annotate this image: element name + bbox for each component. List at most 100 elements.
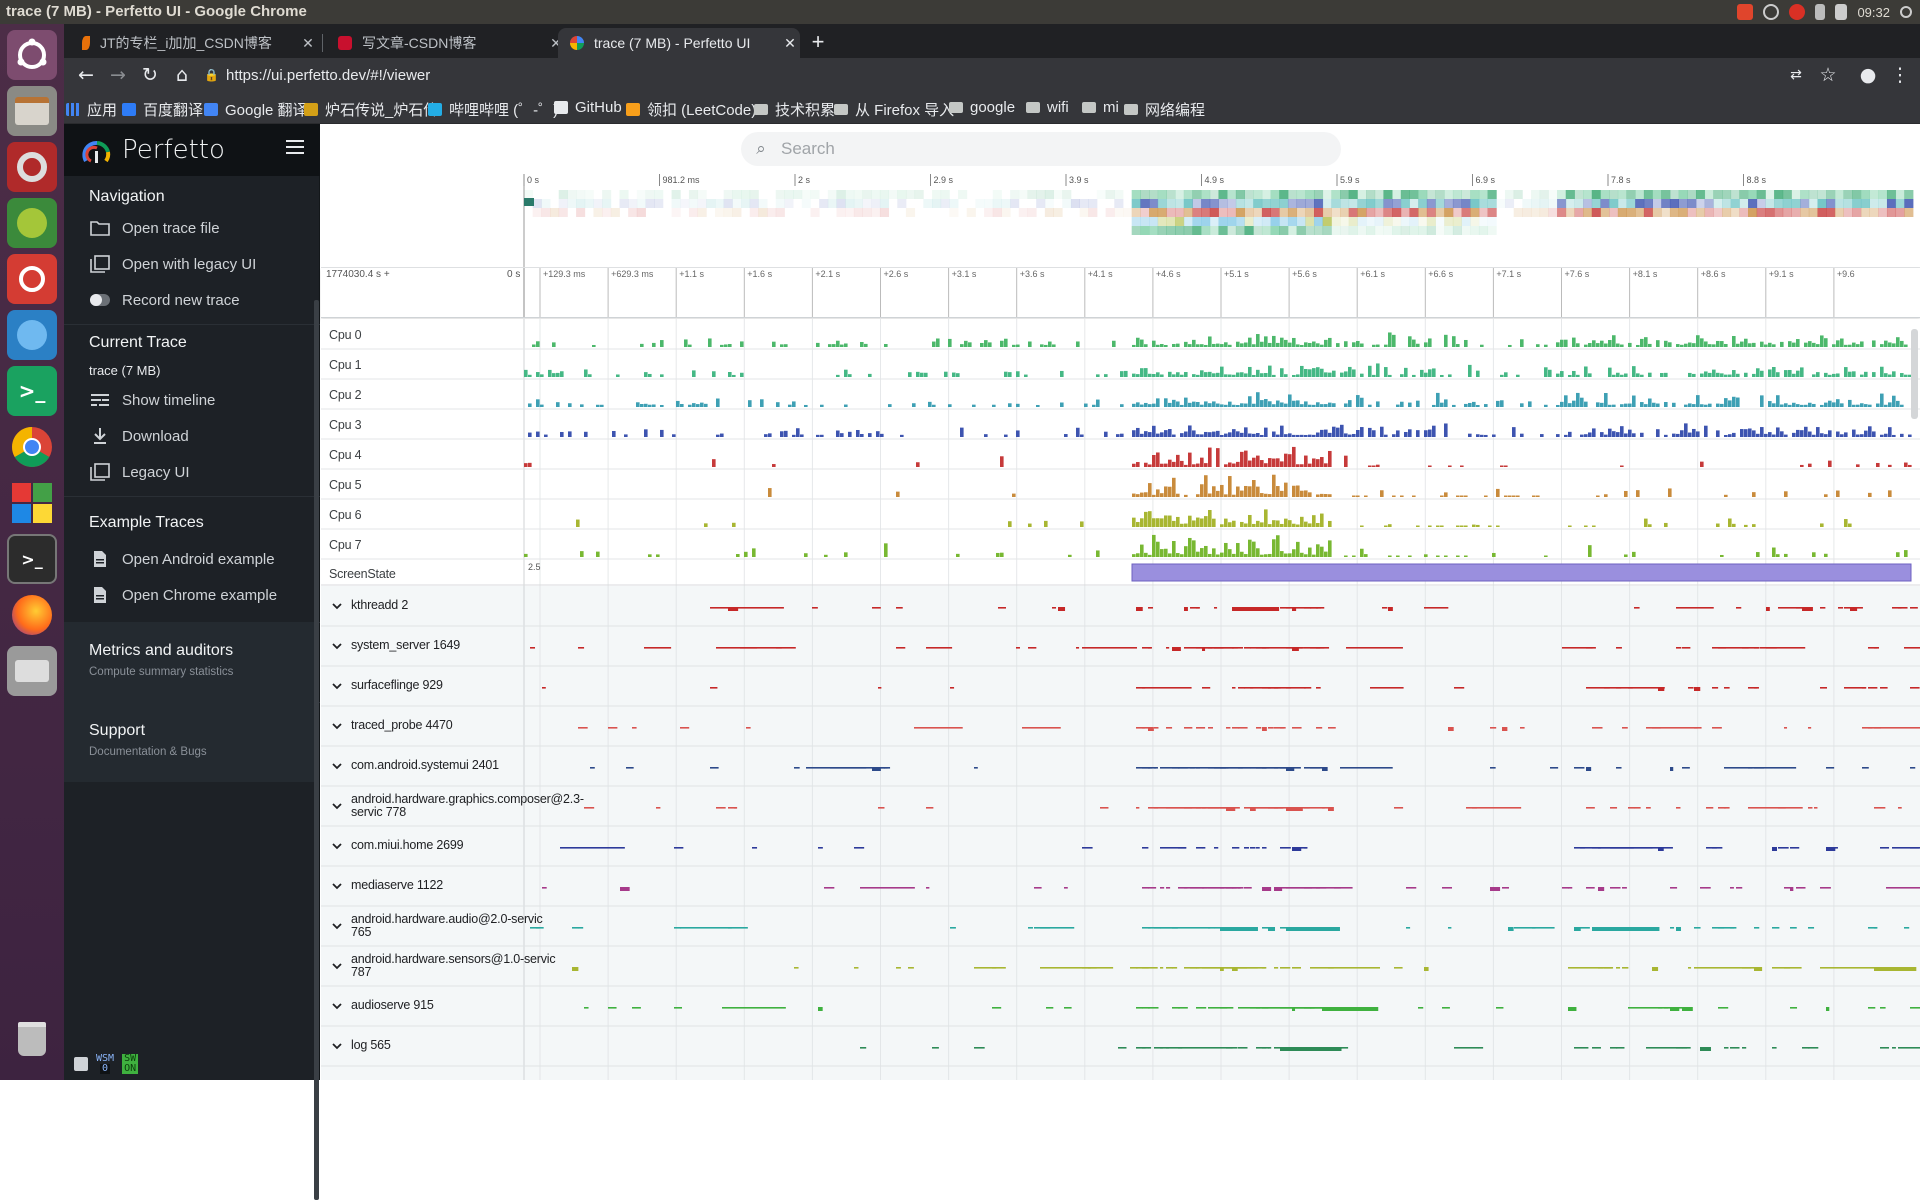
process-slice [560, 847, 625, 849]
close-icon[interactable]: ✕ [780, 35, 800, 52]
open-trace-file-item[interactable]: Open trace file [89, 216, 220, 240]
process-track-label[interactable]: com.miui.home 2699 [351, 839, 563, 852]
process-track-label[interactable]: android.hardware.sensors@1.0-servic 787 [351, 953, 563, 979]
tab-csdn-write[interactable]: 写文章-CSDN博客 ✕ [326, 28, 566, 58]
network-tray-icon[interactable] [1815, 4, 1826, 20]
process-track-label[interactable]: android.hardware.audio@2.0-servic 765 [351, 913, 563, 939]
bookmark-2[interactable]: Google 翻译 [204, 99, 308, 120]
sidebar-scrollbar[interactable] [314, 300, 319, 1200]
stop-tray-icon[interactable] [1789, 4, 1806, 20]
process-track-label[interactable]: surfaceflinge 929 [351, 679, 563, 692]
chevron-down-icon[interactable] [331, 920, 343, 932]
chevron-down-icon[interactable] [331, 960, 343, 972]
hamburger-menu-icon[interactable] [286, 140, 304, 154]
disk-icon[interactable] [7, 646, 57, 696]
terminal-icon[interactable]: >_ [7, 534, 57, 584]
time-axis[interactable]: 1774030.4 s +0 s +129.3 ms +629.3 ms +1.1 s… [321, 268, 1920, 318]
lock-icon[interactable]: 🔒 [204, 68, 226, 82]
omnibox-search[interactable]: ⌕ [741, 132, 1341, 166]
address-bar[interactable]: 🔒 https://ui.perfetto.dev/#!/viewer [204, 62, 1804, 88]
chevron-down-icon[interactable] [331, 640, 343, 652]
bookmark-7[interactable]: 技术积累 [754, 99, 835, 120]
section-title-support[interactable]: Support [89, 722, 145, 740]
translate-icon[interactable]: ⇄ [1784, 63, 1808, 87]
chevron-down-icon[interactable] [331, 720, 343, 732]
bookmark-4[interactable]: 哔哩哔哩 (゜-゜) [428, 99, 558, 120]
bookmark-9[interactable]: google [949, 99, 1015, 116]
bookmark-12[interactable]: 网络编程 [1124, 99, 1205, 120]
clock[interactable]: 09:32 [1857, 5, 1890, 20]
terminal-app-icon[interactable]: >_ [7, 366, 57, 416]
home-icon[interactable]: ⌂ [170, 63, 194, 87]
overview-timeline[interactable]: 0 s 981.2 ms 2 s 2.9 s 3.9 s 4.9 s 5.9 s 6.9 s7… [321, 172, 1920, 268]
process-track-label[interactable]: traced_probe 4470 [351, 719, 563, 732]
tab-csdn-column[interactable]: JT的专栏_i加加_CSDN博客 ✕ [70, 28, 318, 58]
overview-density-cell [1235, 217, 1245, 226]
deepin-icon[interactable] [7, 310, 57, 360]
power-tray-icon[interactable] [1900, 6, 1912, 18]
chrome-icon[interactable] [7, 422, 57, 472]
settings-icon[interactable] [7, 142, 57, 192]
sogou-tray-icon[interactable] [1737, 4, 1754, 20]
search-input[interactable] [781, 139, 1301, 159]
legacy-ui-item[interactable]: Legacy UI [89, 460, 190, 484]
cpu-slice [1172, 399, 1176, 407]
account-icon[interactable]: ● [1856, 63, 1880, 87]
bookmark-5[interactable]: GitHub [554, 99, 622, 116]
bookmark-0[interactable]: 应用 [66, 99, 117, 120]
close-icon[interactable]: ✕ [298, 35, 318, 52]
wps-icon[interactable] [7, 478, 57, 528]
bookmark-11[interactable]: mi [1082, 99, 1119, 116]
netease-music-icon[interactable] [7, 254, 57, 304]
process-track-label[interactable]: kthreadd 2 [351, 599, 563, 612]
chevron-down-icon[interactable] [331, 1000, 343, 1012]
cpu-slice [768, 488, 772, 497]
bookmark-6[interactable]: 领扣 (LeetCode) [626, 99, 756, 120]
menu-dots-icon[interactable]: ⋮ [1888, 63, 1912, 87]
open-android-example-item[interactable]: Open Android example [89, 547, 275, 571]
process-track-label[interactable]: log 565 [351, 1039, 563, 1052]
process-track-label[interactable]: audioserve 915 [351, 999, 563, 1012]
open-chrome-example-item[interactable]: Open Chrome example [89, 583, 277, 607]
section-title-metrics[interactable]: Metrics and auditors [89, 642, 233, 660]
bookmark-star-icon[interactable]: ☆ [1816, 63, 1840, 87]
back-arrow-icon[interactable]: ← [74, 63, 98, 87]
track-scrollbar[interactable] [1911, 329, 1918, 419]
bar-chart-icon[interactable] [74, 1057, 88, 1071]
update-tray-icon[interactable] [1763, 4, 1780, 20]
open-legacy-ui-item[interactable]: Open with legacy UI [89, 252, 256, 276]
download-item[interactable]: Download [89, 424, 189, 448]
process-track-label[interactable]: mediaserve 1122 [351, 879, 563, 892]
new-tab-button[interactable]: + [804, 28, 832, 56]
tab-perfetto[interactable]: trace (7 MB) - Perfetto UI ✕ [558, 28, 800, 58]
android-studio-icon[interactable] [7, 198, 57, 248]
process-track-label[interactable]: com.android.systemui 2401 [351, 759, 563, 772]
volume-tray-icon[interactable] [1835, 4, 1848, 20]
chevron-down-icon[interactable] [331, 600, 343, 612]
chevron-down-icon[interactable] [331, 880, 343, 892]
url-text[interactable]: https://ui.perfetto.dev/#!/viewer [226, 67, 430, 84]
chevron-down-icon[interactable] [331, 1040, 343, 1052]
show-timeline-item[interactable]: Show timeline [89, 388, 215, 412]
record-new-trace-item[interactable]: Record new trace [89, 288, 240, 312]
reload-icon[interactable]: ↻ [138, 63, 162, 87]
chevron-down-icon[interactable] [331, 760, 343, 772]
support-section[interactable] [64, 702, 314, 782]
bookmark-8[interactable]: 从 Firefox 导入 [834, 99, 954, 120]
trash-icon[interactable] [7, 1014, 57, 1064]
cpu-slice [1332, 403, 1336, 407]
bookmark-3[interactable]: 炉石传说_炉石传 [304, 99, 438, 120]
files-icon[interactable] [7, 86, 57, 136]
process-track-label[interactable]: android.hardware.graphics.composer@2.3-s… [351, 793, 584, 819]
bookmark-10[interactable]: wifi [1026, 99, 1069, 116]
chevron-down-icon[interactable] [331, 680, 343, 692]
firefox-icon[interactable] [7, 590, 57, 640]
track-panel[interactable]: 2.5 Cpu 0 Cpu 1 Cpu 2 Cpu 3 Cpu 4 Cpu 5 Cpu 6C… [321, 319, 1920, 1080]
chevron-down-icon[interactable] [331, 840, 343, 852]
forward-arrow-icon[interactable]: → [106, 63, 130, 87]
chevron-down-icon[interactable] [331, 800, 343, 812]
ubuntu-dash-icon[interactable] [7, 30, 57, 80]
bookmark-1[interactable]: 百度翻译 [122, 99, 203, 120]
metrics-section[interactable] [64, 622, 314, 702]
process-track-label[interactable]: system_server 1649 [351, 639, 563, 652]
